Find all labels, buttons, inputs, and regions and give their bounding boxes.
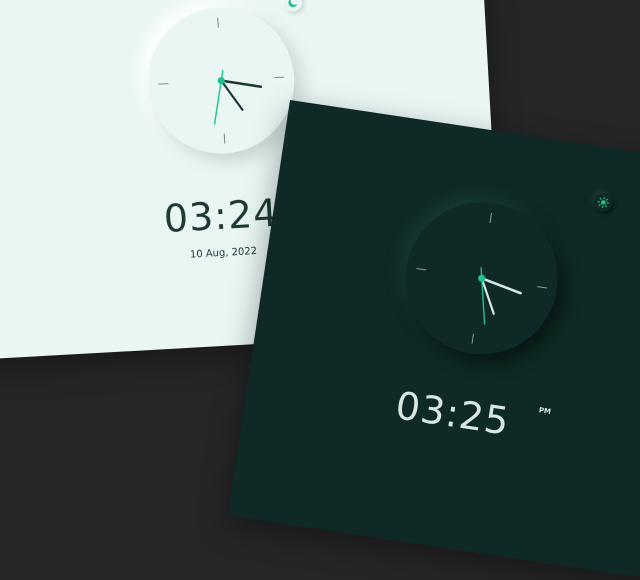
analog-clock <box>144 4 298 158</box>
dark-theme-card: 03:25 PM <box>228 100 640 580</box>
tick-6 <box>472 334 473 344</box>
clock-center <box>478 274 486 282</box>
digital-time: 03:24 <box>163 191 280 241</box>
tick-9 <box>416 269 426 270</box>
clock-dial <box>395 192 568 365</box>
clock-dial <box>144 4 298 158</box>
theme-toggle-button[interactable] <box>593 192 613 212</box>
tick-9 <box>158 84 168 85</box>
analog-clock <box>395 192 568 365</box>
tick-3 <box>274 77 284 78</box>
tick-3 <box>537 287 547 288</box>
tick-6 <box>224 134 225 144</box>
digital-time: 03:25 <box>393 383 513 443</box>
tick-12 <box>490 213 491 223</box>
date-label: 10 Aug, 2022 <box>190 246 258 261</box>
sun-icon <box>596 192 611 213</box>
am-pm-label: PM <box>538 406 551 416</box>
tick-12 <box>218 18 219 28</box>
